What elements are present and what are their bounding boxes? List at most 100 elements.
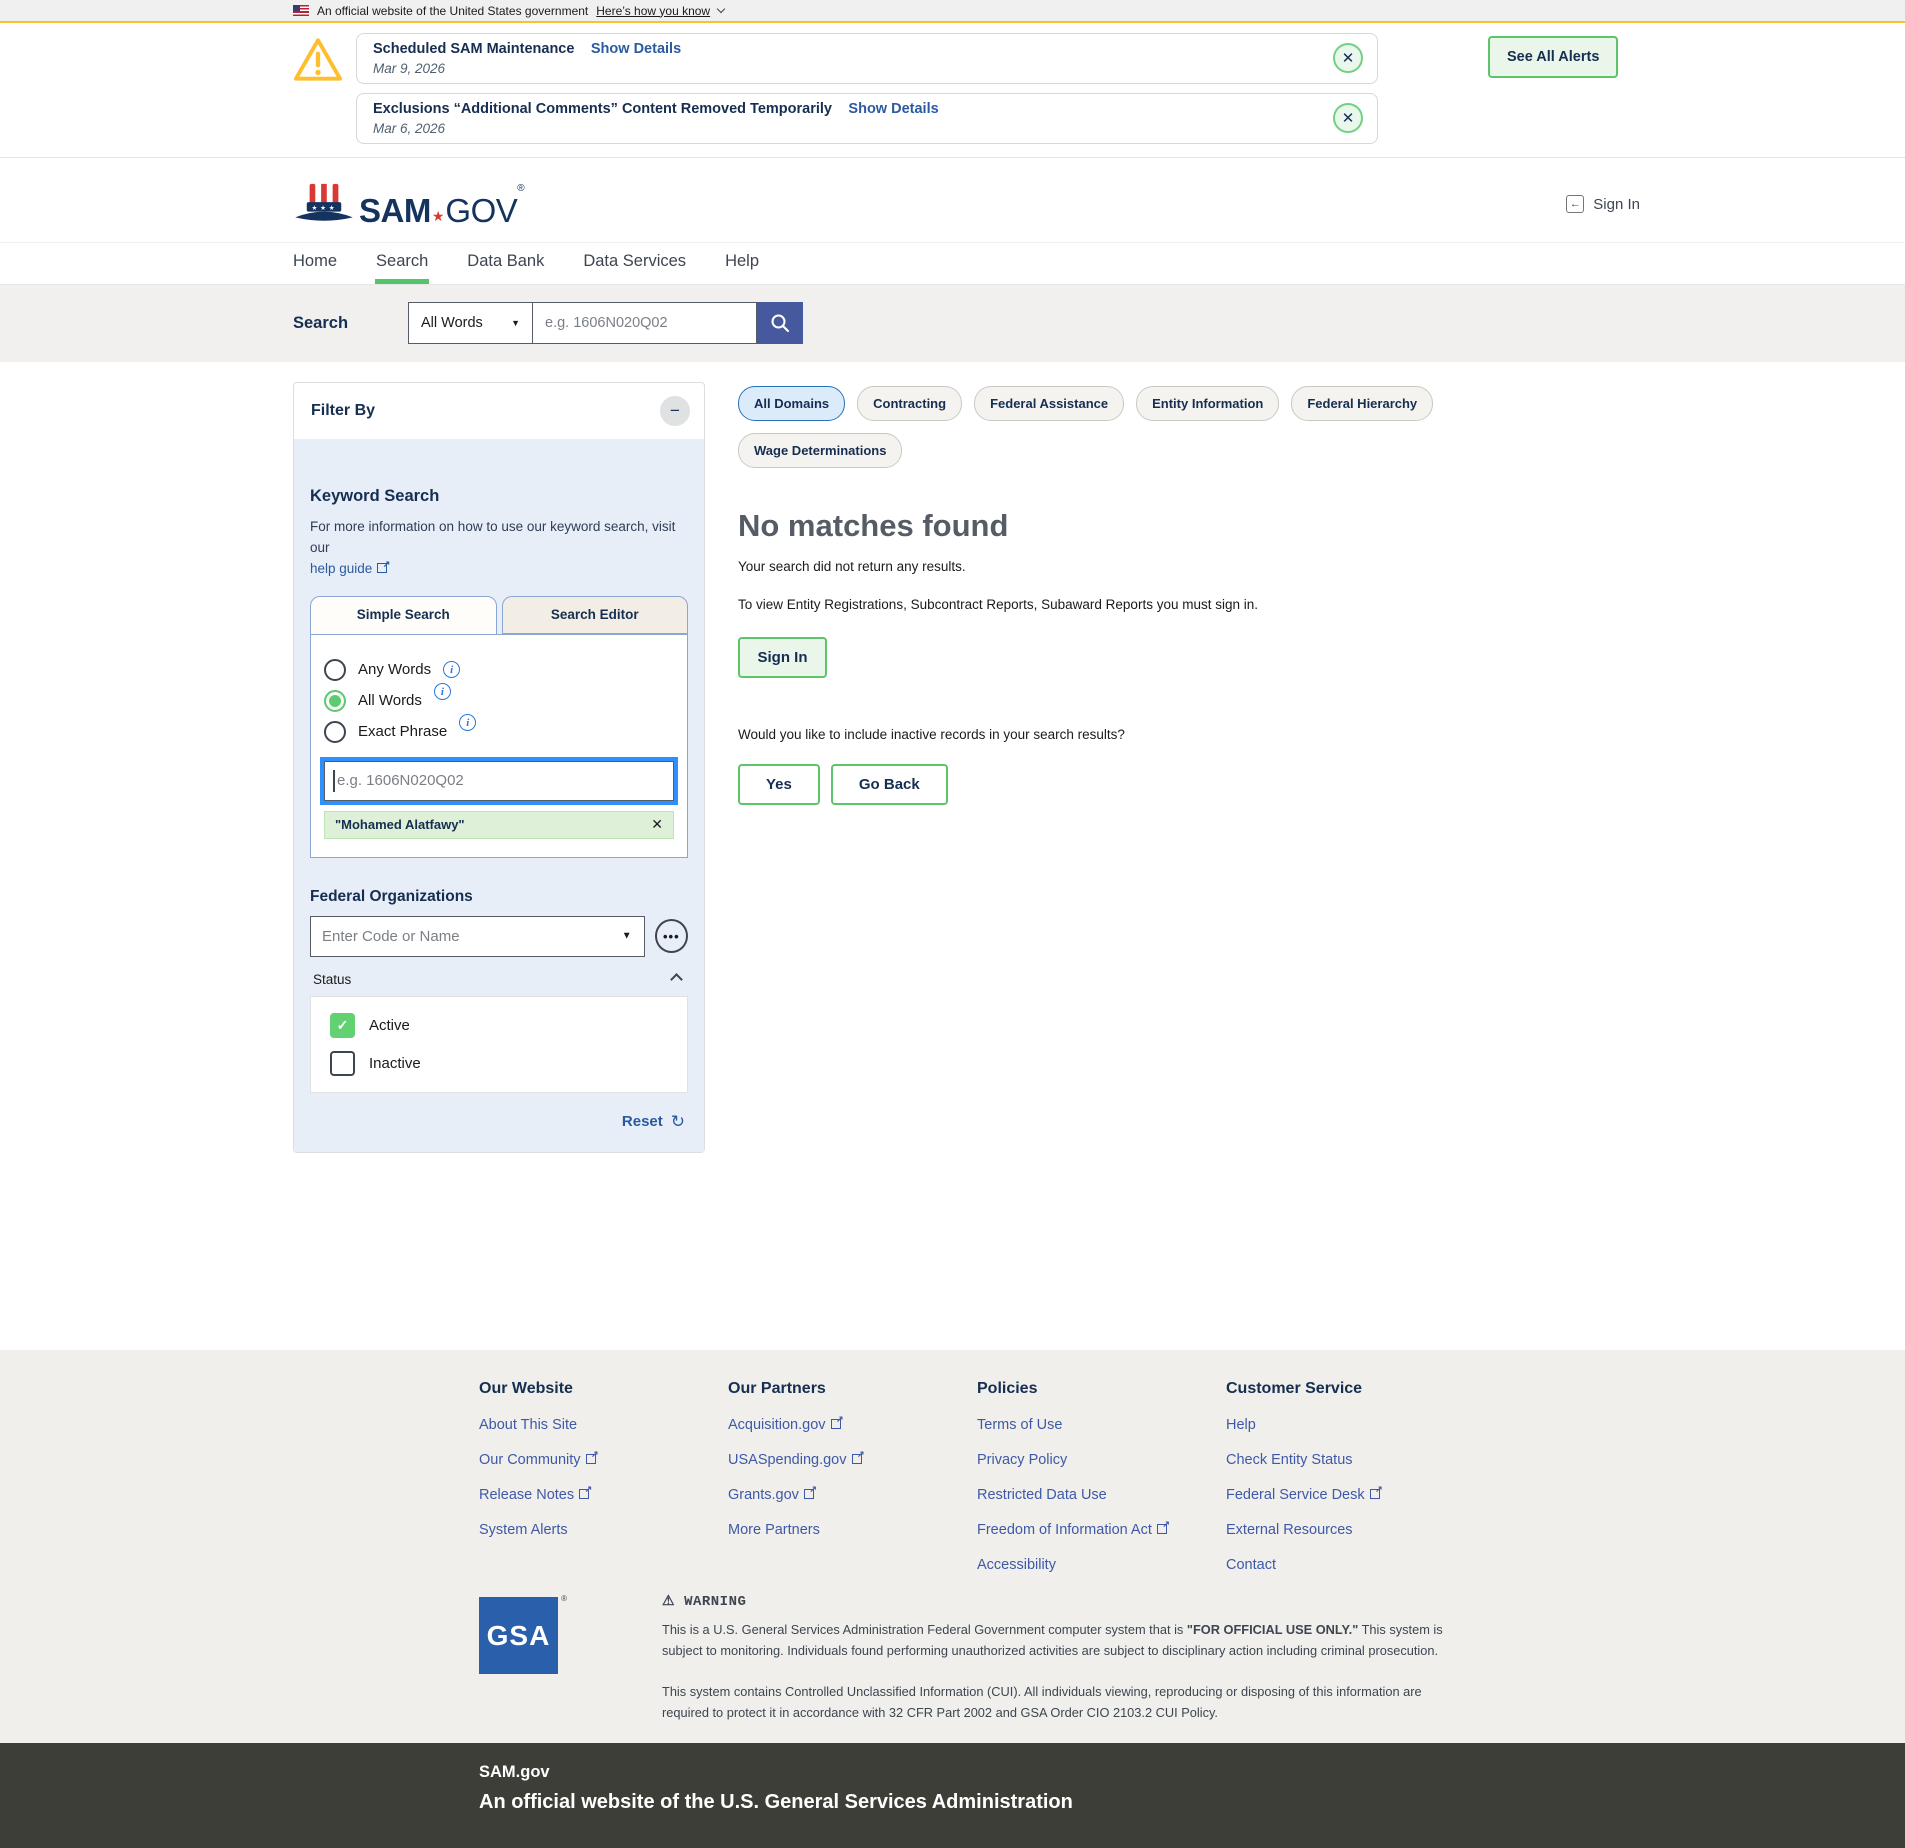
footer-link-contact[interactable]: Contact (1226, 1557, 1475, 1573)
registered-mark: ® (517, 183, 524, 194)
external-link-icon (831, 1419, 842, 1429)
see-all-alerts-button[interactable]: See All Alerts (1488, 36, 1618, 78)
search-mode-value: All Words (421, 315, 483, 331)
search-submit-button[interactable] (757, 302, 803, 344)
footer-link-federal-service-desk[interactable]: Federal Service Desk (1226, 1487, 1475, 1503)
footer-link-about-this-site[interactable]: About This Site (479, 1417, 728, 1433)
search-band: Search All Words ▼ (0, 285, 1905, 362)
domain-pill-contracting[interactable]: Contracting (857, 386, 962, 421)
svg-text:★: ★ (320, 204, 326, 212)
tab-simple-search[interactable]: Simple Search (310, 596, 497, 634)
tab-search-editor[interactable]: Search Editor (502, 596, 689, 634)
simple-search-panel: Any Words i All Words i Exact Phrase i (310, 634, 688, 858)
remove-chip-icon[interactable]: ✕ (651, 816, 663, 833)
how-you-know-link[interactable]: Here’s how you know (596, 4, 710, 18)
footer-link-external-resources[interactable]: External Resources (1226, 1522, 1475, 1538)
identifier-title: SAM.gov (479, 1763, 1905, 1782)
nav-item-help[interactable]: Help (725, 243, 759, 284)
status-label: Status (313, 972, 351, 987)
footer-link-accessibility[interactable]: Accessibility (977, 1557, 1226, 1573)
dropdown-arrow-icon[interactable]: ▼ (622, 931, 632, 942)
more-options-button[interactable]: ••• (655, 919, 688, 953)
footer-link-system-alerts[interactable]: System Alerts (479, 1522, 728, 1538)
domain-pill-wage-determinations[interactable]: Wage Determinations (738, 433, 902, 468)
show-details-link[interactable]: Show Details (848, 101, 938, 117)
footer-link-foia[interactable]: Freedom of Information Act (977, 1522, 1226, 1538)
radio-all-words-label: All Words (358, 692, 422, 709)
reset-icon: ↻ (671, 1112, 685, 1132)
registered-mark: ® (561, 1594, 567, 1603)
radio-any-words[interactable] (324, 659, 346, 681)
external-link-icon (852, 1454, 863, 1464)
sam-gov-logo[interactable]: ★ ★ ★ SAM ★ GOV ® (293, 181, 525, 227)
keyword-input[interactable] (324, 761, 674, 801)
domain-pill-entity-information[interactable]: Entity Information (1136, 386, 1279, 421)
checkbox-active-label: Active (369, 1017, 410, 1034)
checkbox-inactive[interactable] (330, 1051, 355, 1076)
warning-title: WARNING (684, 1594, 746, 1610)
footer-column-our-partners: Our Partners Acquisition.gov USASpending… (728, 1380, 977, 1573)
go-back-button[interactable]: Go Back (831, 764, 948, 805)
info-icon[interactable]: i (434, 683, 451, 700)
domain-pill-federal-hierarchy[interactable]: Federal Hierarchy (1291, 386, 1433, 421)
info-icon[interactable]: i (459, 714, 476, 731)
global-search-input[interactable] (533, 302, 757, 344)
close-icon[interactable]: ✕ (1333, 103, 1363, 133)
footer-link-release-notes[interactable]: Release Notes (479, 1487, 728, 1503)
brand-gov-text: GOV (445, 194, 517, 227)
sign-in-link[interactable]: ← Sign In (1566, 195, 1640, 213)
domain-pill-all-domains[interactable]: All Domains (738, 386, 845, 421)
checkbox-inactive-label: Inactive (369, 1055, 421, 1072)
nav-item-search[interactable]: Search (376, 243, 428, 284)
reset-label: Reset (622, 1113, 663, 1130)
warning-paragraph-1: This is a U.S. General Services Administ… (662, 1620, 1457, 1661)
checkbox-active[interactable]: ✓ (330, 1013, 355, 1038)
nav-item-data-bank[interactable]: Data Bank (467, 243, 544, 284)
sign-in-button[interactable]: Sign In (738, 637, 827, 678)
chevron-down-icon (717, 5, 725, 13)
footer-link-more-partners[interactable]: More Partners (728, 1522, 977, 1538)
filter-panel: Filter By − Keyword Search For more info… (293, 382, 705, 1153)
dropdown-arrow-icon: ▼ (511, 318, 520, 328)
reset-filters-button[interactable]: Reset ↻ (310, 1112, 685, 1132)
external-link-icon (377, 563, 388, 573)
federal-org-combobox[interactable] (310, 916, 645, 957)
yes-button[interactable]: Yes (738, 764, 820, 805)
collapse-filters-button[interactable]: − (660, 396, 690, 426)
close-icon[interactable]: ✕ (1333, 43, 1363, 73)
footer-link-restricted-data-use[interactable]: Restricted Data Use (977, 1487, 1226, 1503)
info-icon[interactable]: i (443, 661, 460, 678)
footer-link-terms-of-use[interactable]: Terms of Use (977, 1417, 1226, 1433)
external-link-icon (579, 1489, 590, 1499)
nav-item-data-services[interactable]: Data Services (583, 243, 686, 284)
radio-exact-phrase[interactable] (324, 721, 346, 743)
footer: Our Website About This Site Our Communit… (0, 1350, 1905, 1573)
footer-link-privacy-policy[interactable]: Privacy Policy (977, 1452, 1226, 1468)
alert-card-exclusions: Exclusions “Additional Comments” Content… (356, 93, 1378, 144)
footer-link-our-community[interactable]: Our Community (479, 1452, 728, 1468)
keyword-chip: "Mohamed Alatfawy" ✕ (324, 811, 674, 839)
search-mode-select[interactable]: All Words ▼ (408, 302, 533, 344)
external-link-icon (804, 1489, 815, 1499)
radio-all-words[interactable] (324, 690, 346, 712)
footer-link-acquisition-gov[interactable]: Acquisition.gov (728, 1417, 977, 1433)
identifier-subtitle: An official website of the U.S. General … (479, 1791, 1905, 1814)
external-link-icon (1157, 1524, 1168, 1534)
chevron-up-icon[interactable] (670, 973, 683, 986)
show-details-link[interactable]: Show Details (591, 41, 681, 57)
warning-block: ⚠ WARNING This is a U.S. General Service… (662, 1593, 1457, 1743)
filter-body: Keyword Search For more information on h… (294, 439, 704, 1152)
footer-link-grants-gov[interactable]: Grants.gov (728, 1487, 977, 1503)
page: An official website of the United States… (0, 0, 1905, 1848)
footer-link-usaspending-gov[interactable]: USASpending.gov (728, 1452, 977, 1468)
alert-date: Mar 9, 2026 (373, 61, 681, 76)
nav-item-home[interactable]: Home (293, 243, 337, 284)
footer-heading: Our Website (479, 1380, 728, 1398)
domain-pill-federal-assistance[interactable]: Federal Assistance (974, 386, 1124, 421)
footer-link-check-entity-status[interactable]: Check Entity Status (1226, 1452, 1475, 1468)
help-guide-link[interactable]: help guide (310, 561, 388, 576)
footer-link-help[interactable]: Help (1226, 1417, 1475, 1433)
domain-pills: All Domains Contracting Federal Assistan… (738, 386, 1578, 468)
radio-any-words-label: Any Words (358, 661, 431, 678)
keyword-tabs: Simple Search Search Editor (310, 596, 688, 634)
